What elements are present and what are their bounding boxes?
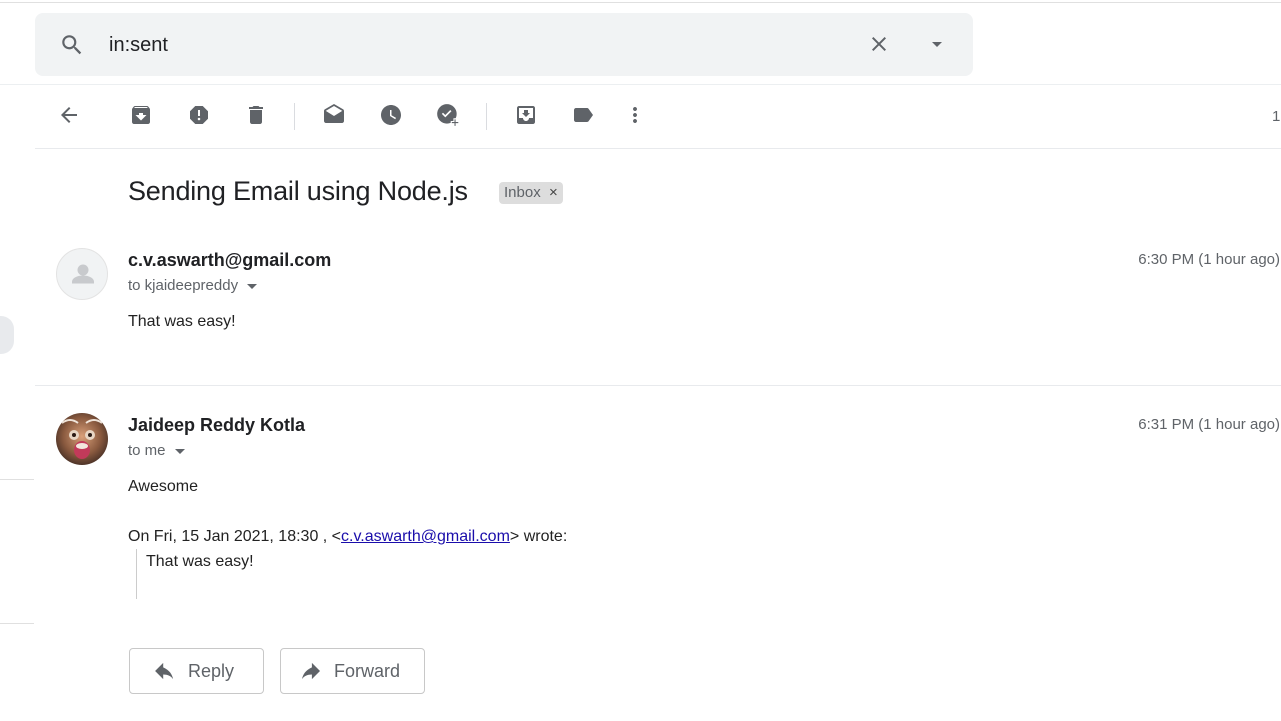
chevron-down-icon xyxy=(174,448,185,454)
search-options-icon[interactable] xyxy=(925,32,949,61)
reply-label: Reply xyxy=(188,660,235,681)
move-to-button[interactable] xyxy=(512,103,540,131)
back-icon xyxy=(57,103,81,132)
quote-attribution: On Fri, 15 Jan 2021, 18:30 , <c.v.aswart… xyxy=(128,528,567,546)
label-icon xyxy=(570,103,596,132)
message-time: 6:30 PM (1 hour ago) xyxy=(1138,251,1280,268)
report-spam-button[interactable] xyxy=(185,103,213,131)
message-body: Awesome xyxy=(128,478,198,495)
avatar[interactable] xyxy=(56,248,108,300)
chevron-down-icon xyxy=(247,283,258,289)
quote-bar xyxy=(136,549,137,599)
mark-unread-icon xyxy=(321,103,347,132)
clear-search-icon[interactable] xyxy=(867,32,891,61)
delete-icon xyxy=(244,103,268,132)
more-button[interactable] xyxy=(621,103,649,131)
label-button[interactable] xyxy=(569,103,597,131)
recipient-details-toggle[interactable]: to me xyxy=(128,442,185,459)
page-count: 1 xyxy=(1272,108,1281,125)
mark-unread-button[interactable] xyxy=(320,103,348,131)
reply-button[interactable]: Reply xyxy=(129,648,264,694)
report-spam-icon xyxy=(187,103,211,132)
sidebar-divider xyxy=(0,479,34,480)
toolbar-separator xyxy=(486,103,487,130)
sender-name[interactable]: Jaideep Reddy Kotla xyxy=(128,415,305,436)
search-input[interactable]: in:sent xyxy=(109,34,168,57)
top-divider xyxy=(0,2,1281,3)
recipient-details-toggle[interactable]: to kjaideepreddy xyxy=(128,277,258,294)
snooze-icon xyxy=(379,103,403,132)
inbox-label-chip[interactable]: Inbox × xyxy=(499,182,563,204)
search-icon[interactable] xyxy=(59,32,85,63)
thread-subject: Sending Email using Node.js xyxy=(128,176,468,206)
recipient-text: to me xyxy=(128,442,166,459)
quoted-text: That was easy! xyxy=(146,553,254,570)
forward-label: Forward xyxy=(334,660,401,681)
quote-prefix: On Fri, 15 Jan 2021, 18:30 , < xyxy=(128,528,342,545)
sender-name[interactable]: c.v.aswarth@gmail.com xyxy=(128,250,331,271)
toolbar-divider xyxy=(35,148,1281,149)
message-divider xyxy=(35,385,1281,386)
archive-icon xyxy=(129,103,153,132)
remove-label-icon[interactable]: × xyxy=(549,182,558,204)
delete-button[interactable] xyxy=(242,103,270,131)
message-body: That was easy! xyxy=(128,313,236,330)
header-divider xyxy=(0,84,1281,85)
quote-suffix: > wrote: xyxy=(509,528,568,545)
forward-icon xyxy=(300,662,322,680)
more-icon xyxy=(623,103,647,132)
sidebar-divider xyxy=(0,623,34,624)
archive-button[interactable] xyxy=(127,103,155,131)
add-task-button[interactable] xyxy=(434,103,462,131)
quote-email-link[interactable]: c.v.aswarth@gmail.com xyxy=(341,528,510,545)
message-time: 6:31 PM (1 hour ago) xyxy=(1138,416,1280,433)
reply-icon xyxy=(154,662,176,680)
avatar[interactable] xyxy=(56,413,108,465)
toolbar-separator xyxy=(294,103,295,130)
recipient-text: to kjaideepreddy xyxy=(128,277,239,294)
label-chip-text: Inbox xyxy=(504,184,541,201)
sidebar-collapse-handle[interactable] xyxy=(0,316,14,354)
forward-button[interactable]: Forward xyxy=(280,648,425,694)
search-bar[interactable]: in:sent xyxy=(35,13,973,76)
back-button[interactable] xyxy=(55,103,83,131)
move-to-icon xyxy=(514,103,538,132)
add-task-icon xyxy=(435,102,461,133)
snooze-button[interactable] xyxy=(377,103,405,131)
